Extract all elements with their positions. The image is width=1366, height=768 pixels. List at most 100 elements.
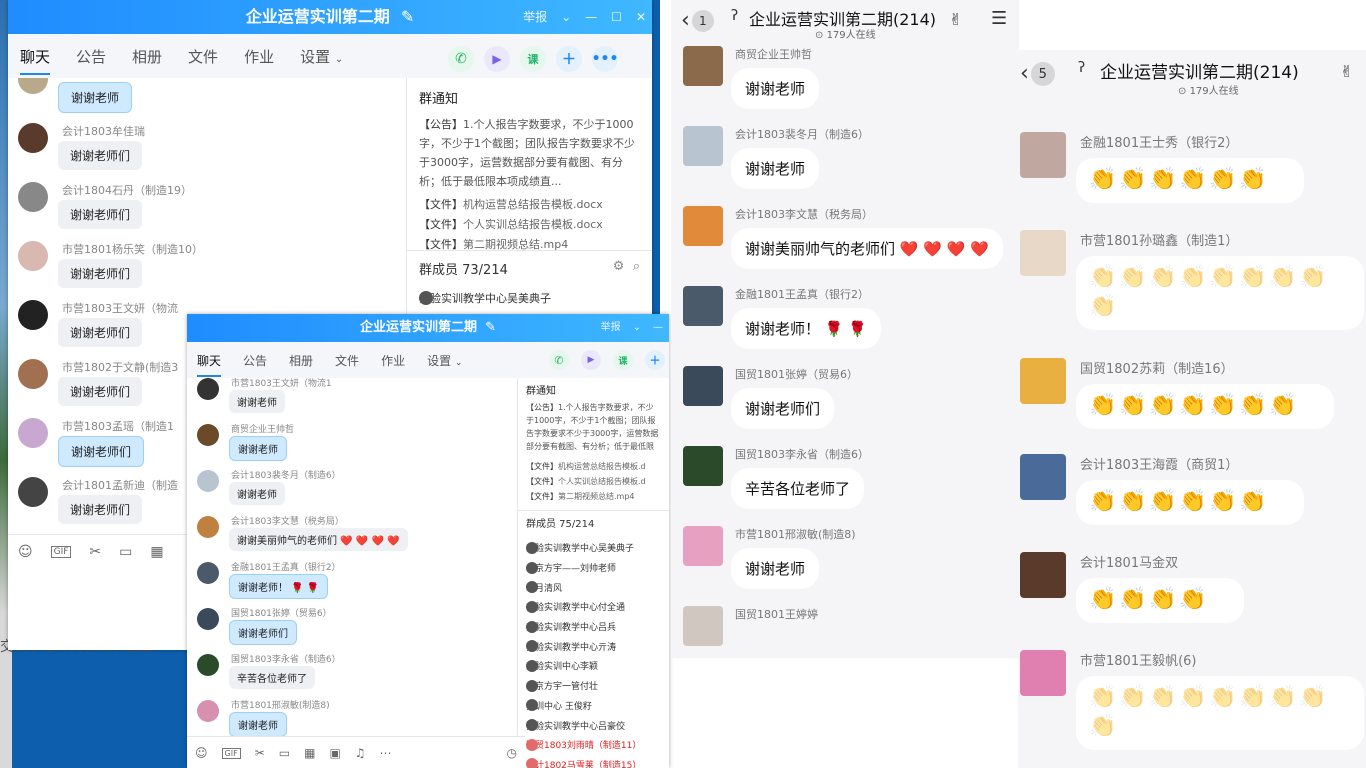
message-bubble[interactable]: 谢谢老师 xyxy=(229,712,287,736)
message-bubble[interactable]: 谢谢老师们 xyxy=(58,259,143,288)
member-item[interactable]: 北京方宇一管付壮 xyxy=(526,676,661,696)
report-button[interactable]: 举报 xyxy=(601,314,621,342)
edit-icon[interactable]: ✎ xyxy=(485,320,496,335)
tab-chat[interactable]: 聊天 xyxy=(20,46,51,75)
tab-homework[interactable]: 作业 xyxy=(381,352,405,369)
sender-name[interactable]: 市营1803王文妍（物流1 xyxy=(231,378,332,389)
message-bubble[interactable]: 谢谢老师们 xyxy=(58,436,145,467)
gif-icon[interactable]: GIF xyxy=(221,747,241,759)
member-manage-icon[interactable]: ⚙ xyxy=(613,259,625,274)
scissors-icon[interactable]: ✂ xyxy=(255,746,265,760)
sender-name[interactable]: 市营1801杨乐笑（制造10） xyxy=(62,241,203,257)
close-button[interactable]: ✕ xyxy=(636,0,646,34)
avatar[interactable] xyxy=(683,526,723,566)
message-bubble[interactable]: 谢谢美丽帅气的老师们 ❤️ ❤️ ❤️ ❤️ xyxy=(731,228,1003,269)
avatar[interactable] xyxy=(18,182,48,212)
avatar[interactable] xyxy=(18,241,48,271)
avatar[interactable] xyxy=(683,46,723,86)
message-bubble[interactable]: 辛苦各位老师了 xyxy=(731,468,865,509)
sender-name[interactable]: 会计1804石丹（制造19） xyxy=(62,182,192,198)
member-item[interactable]: 实验实训中心李颖 xyxy=(526,656,661,676)
image-icon[interactable]: ▦ xyxy=(150,544,163,560)
message-bubble[interactable]: 谢谢老师 xyxy=(731,148,820,189)
sender-name[interactable]: 市营1801邢淑敏(制造8) xyxy=(231,698,330,711)
avatar[interactable] xyxy=(197,700,219,722)
bell-icon[interactable]: ♫ xyxy=(355,746,366,760)
message-bubble[interactable]: 👏 👏 👏 👏 👏 👏 👏 👏👏 xyxy=(1076,676,1364,750)
emoji-icon[interactable]: ☺ xyxy=(18,544,33,560)
member-item[interactable]: 实验实训教学中心吕兵 xyxy=(526,617,661,637)
message-bubble[interactable]: 谢谢老师！ 🌹 🌹 xyxy=(731,308,881,349)
message-bubble[interactable]: 👏 👏 👏 👏 xyxy=(1076,578,1244,623)
sender-name[interactable]: 市营1803孟瑶（制造1 xyxy=(62,418,174,434)
avatar[interactable] xyxy=(197,470,219,492)
avatar[interactable] xyxy=(1020,650,1066,696)
video-icon[interactable]: ▶ xyxy=(484,46,510,72)
phone-icon[interactable]: ✆ xyxy=(549,350,569,370)
avatar[interactable] xyxy=(197,424,219,446)
share-screen-icon[interactable]: ＋ xyxy=(556,46,582,72)
tab-announcement[interactable]: 公告 xyxy=(76,46,106,67)
message-bubble[interactable]: 谢谢老师 xyxy=(731,68,820,109)
message-bubble[interactable]: 谢谢老师 xyxy=(229,390,285,413)
emoji-icon[interactable]: ☺ xyxy=(195,746,208,760)
more-icon[interactable]: ⋯ xyxy=(380,746,392,760)
member-item[interactable]: 明月清风 xyxy=(526,577,661,597)
dropdown-icon[interactable]: ⌄ xyxy=(633,314,641,342)
hand-icon[interactable]: ✌ xyxy=(1340,62,1353,81)
minimize-button[interactable]: — xyxy=(653,314,663,342)
sender-name[interactable]: 金融1801王孟真（银行2） xyxy=(231,560,341,573)
folder-icon[interactable]: ▭ xyxy=(119,544,132,560)
window-title-bar[interactable]: 企业运营实训第二期 ✎ 举报 ⌄ — ☐ ✕ xyxy=(8,0,652,34)
maximize-button[interactable]: ☐ xyxy=(611,0,622,34)
file-link[interactable]: 【文件】机构运营总结报告模板.d xyxy=(526,459,661,474)
avatar[interactable] xyxy=(197,562,219,584)
message-bubble[interactable]: 谢谢老师 xyxy=(58,82,133,113)
class-icon[interactable]: 课 xyxy=(613,350,633,370)
window-title-bar[interactable]: 企业运营实训第二期 ✎ 举报 ⌄ — xyxy=(187,314,669,342)
message-bubble[interactable]: 谢谢老师们 xyxy=(58,200,143,229)
avatar[interactable] xyxy=(1020,454,1066,500)
message-bubble[interactable]: 谢谢老师们 xyxy=(731,388,835,429)
avatar[interactable] xyxy=(683,126,723,166)
avatar[interactable] xyxy=(18,477,48,507)
report-button[interactable]: 举报 xyxy=(523,0,547,34)
file-link[interactable]: 【文件】第二期视频总结.mp4 xyxy=(526,489,661,504)
tab-album[interactable]: 相册 xyxy=(132,46,162,67)
avatar[interactable] xyxy=(683,366,723,406)
sender-name[interactable]: 金融1802孙文秀（制造10） xyxy=(62,78,203,80)
image-icon[interactable]: ▦ xyxy=(304,746,315,760)
back-button[interactable]: ‹ 1 xyxy=(681,10,714,32)
avatar[interactable] xyxy=(197,378,219,400)
avatar[interactable] xyxy=(18,418,48,448)
gif-icon[interactable]: GIF xyxy=(50,546,72,558)
tab-settings[interactable]: 设置 ⌄ xyxy=(300,46,343,67)
sender-name[interactable]: 会计1803裴冬月（制造6） xyxy=(231,468,341,481)
avatar[interactable] xyxy=(197,654,219,676)
member-item[interactable]: 北京方宇——刘帅老师 xyxy=(526,558,661,578)
tab-homework[interactable]: 作业 xyxy=(244,46,274,67)
member-item[interactable]: 实验实训教学中心吴美典子 xyxy=(419,290,640,306)
message-bubble[interactable]: 谢谢美丽帅气的老师们 ❤️ ❤️ ❤️ ❤️ xyxy=(229,528,408,551)
sender-name[interactable]: 国贸1803李永省（制造6） xyxy=(231,652,341,665)
member-item[interactable]: 会计1802马雪莱（制造15） xyxy=(526,755,661,768)
tab-album[interactable]: 相册 xyxy=(289,352,313,369)
message-bubble[interactable]: 👏 👏 👏 👏 👏 👏 👏 xyxy=(1076,384,1334,429)
search-icon[interactable]: ⌕ xyxy=(633,259,640,274)
message-bubble[interactable]: 谢谢老师 xyxy=(229,436,287,461)
tab-chat[interactable]: 聊天 xyxy=(197,352,222,377)
member-item[interactable]: 实验实训教学中心付全通 xyxy=(526,597,661,617)
sender-name[interactable]: 会计1803牟佳瑞 xyxy=(62,123,145,139)
message-bubble[interactable]: 辛苦各位老师了 xyxy=(229,666,315,689)
edit-icon[interactable]: ✎ xyxy=(401,7,414,26)
sender-name[interactable]: 市营1802于文静(制造3 xyxy=(62,359,178,375)
avatar[interactable] xyxy=(1020,132,1066,178)
message-bubble[interactable]: 👏 👏 👏 👏 👏 👏 xyxy=(1076,158,1304,203)
video-icon[interactable]: ▶ xyxy=(581,350,601,370)
picture-icon[interactable]: ▣ xyxy=(329,746,340,760)
sender-name[interactable]: 会计1803李文慧（税务局） xyxy=(231,514,344,527)
member-item[interactable]: 实训中心 王俊籽 xyxy=(526,696,661,716)
back-button[interactable]: ‹ 5 xyxy=(1020,62,1055,86)
sender-name[interactable]: 会计1801孟新迪（制造 xyxy=(62,477,178,493)
sender-name[interactable]: 商贸企业王帅哲 xyxy=(231,422,294,435)
